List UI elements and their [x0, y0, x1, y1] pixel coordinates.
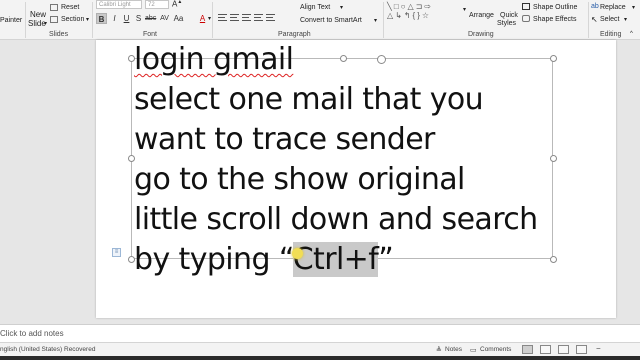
ribbon-separator	[92, 2, 93, 38]
new-slide-button[interactable]: New	[30, 10, 46, 19]
notes-icon[interactable]: ≜	[436, 346, 442, 354]
chevron-down-icon[interactable]: ▾	[374, 17, 377, 24]
reset-icon	[50, 4, 58, 11]
align-text-button[interactable]: Align Text	[300, 4, 330, 11]
chevron-down-icon[interactable]: ▾	[208, 15, 211, 22]
font-name-input[interactable]: Calibri Light (...)	[96, 0, 142, 9]
chevron-down-icon[interactable]: ▾	[624, 16, 627, 23]
slide-sorter-view-icon[interactable]	[540, 345, 551, 354]
format-painter-button[interactable]: Painter	[0, 17, 22, 24]
font-size-input[interactable]: 72	[145, 0, 169, 9]
columns-button[interactable]	[265, 13, 276, 24]
align-right-button[interactable]	[241, 13, 252, 24]
grow-font-icon[interactable]: A▲	[172, 0, 182, 9]
slide-canvas: login gmail select one mail that you wan…	[0, 40, 640, 324]
text-line-suffix: ”	[378, 242, 394, 277]
drawing-group-label: Drawing	[468, 31, 494, 38]
shape-outline-button[interactable]: Shape Outline	[533, 4, 577, 11]
font-color-button[interactable]: A	[197, 13, 208, 24]
section-button[interactable]: Section	[61, 16, 84, 23]
slide[interactable]: login gmail select one mail that you wan…	[96, 40, 616, 318]
paragraph-group-label: Paragraph	[278, 31, 311, 38]
comments-icon[interactable]: ▭	[470, 346, 477, 354]
select-cursor-icon: ↖	[591, 15, 598, 24]
font-group-label: Font	[143, 31, 158, 38]
status-bar: nglish (United States) Recovered ≜ Notes…	[0, 342, 640, 356]
comments-button[interactable]: Comments	[480, 346, 511, 353]
text-line-content: login gmail	[134, 42, 294, 77]
quick-styles-button[interactable]: Quick	[500, 12, 518, 19]
language-status[interactable]: nglish (United States)	[0, 346, 62, 353]
shape-effects-button[interactable]: Shape Effects	[533, 16, 576, 23]
ribbon-separator	[588, 2, 589, 38]
char-spacing-button[interactable]: AV	[159, 13, 170, 24]
taskbar-edge	[0, 356, 640, 360]
text-line-prefix: by typing “	[134, 242, 293, 277]
text-line: want to trace sender	[134, 122, 435, 157]
text-line: by typing “Ctrl+f”	[134, 240, 538, 280]
editing-group-label: Editing	[600, 31, 622, 38]
quick-styles-label[interactable]: Styles	[497, 20, 516, 27]
ribbon-separator	[383, 2, 384, 38]
shadow-button[interactable]: S	[133, 13, 144, 24]
resize-handle[interactable]	[550, 256, 557, 263]
chevron-down-icon[interactable]: ▾	[632, 4, 635, 11]
ribbon-separator	[212, 2, 213, 38]
align-center-button[interactable]	[229, 13, 240, 24]
section-icon	[50, 16, 58, 23]
arrange-button[interactable]: Arrange	[469, 12, 494, 19]
reset-button[interactable]: Reset	[61, 4, 79, 11]
notes-placeholder[interactable]: Click to add notes	[0, 329, 64, 338]
shapes-gallery[interactable]: ╲□○△⊐⇨ △↳↰{}☆	[387, 2, 462, 28]
justify-button[interactable]	[253, 13, 264, 24]
shape-effects-icon	[522, 15, 530, 22]
slide-text[interactable]: login gmail select one mail that you wan…	[134, 40, 538, 280]
chevron-down-icon[interactable]: ▾	[44, 20, 47, 27]
replace-icon: ab	[591, 3, 599, 10]
underline-button[interactable]: U	[121, 13, 132, 24]
strikethrough-button[interactable]: abc	[145, 13, 156, 24]
italic-button[interactable]: I	[109, 13, 120, 24]
zoom-out-icon[interactable]: −	[596, 344, 601, 353]
layout-options-icon[interactable]: ≡	[112, 248, 121, 257]
ribbon-separator	[25, 2, 26, 38]
ribbon: Painter New Slide ▾ Reset Section ▾ Slid…	[0, 0, 640, 40]
slideshow-view-icon[interactable]	[576, 345, 587, 354]
text-line: login gmail	[134, 40, 538, 80]
chevron-down-icon[interactable]: ▾	[340, 4, 343, 11]
notes-button[interactable]: Notes	[445, 346, 462, 353]
select-button[interactable]: Select	[600, 16, 619, 23]
text-line: go to the show original	[134, 162, 465, 197]
shape-fill-icon	[522, 3, 530, 10]
recovered-status: Recovered	[64, 346, 96, 353]
chevron-down-icon[interactable]: ▾	[86, 16, 89, 23]
convert-smartart-button[interactable]: Convert to SmartArt	[300, 17, 362, 24]
selected-text[interactable]: Ctrl+f	[292, 242, 379, 277]
collapse-ribbon-icon[interactable]: ^	[630, 31, 633, 37]
text-line: little scroll down and search	[134, 202, 538, 237]
change-case-button[interactable]: Aa	[173, 13, 184, 24]
normal-view-icon[interactable]	[522, 345, 533, 354]
mouse-cursor-highlight	[292, 248, 303, 259]
replace-button[interactable]: Replace	[600, 4, 626, 11]
bold-button[interactable]: B	[96, 13, 107, 24]
text-line: select one mail that you	[134, 82, 484, 117]
slides-group-label: Slides	[49, 31, 69, 38]
resize-handle[interactable]	[550, 155, 557, 162]
resize-handle[interactable]	[550, 55, 557, 62]
align-left-button[interactable]	[217, 13, 228, 24]
chevron-down-icon[interactable]: ▾	[463, 6, 466, 13]
reading-view-icon[interactable]	[558, 345, 569, 354]
notes-pane[interactable]: Click to add notes	[0, 324, 640, 342]
